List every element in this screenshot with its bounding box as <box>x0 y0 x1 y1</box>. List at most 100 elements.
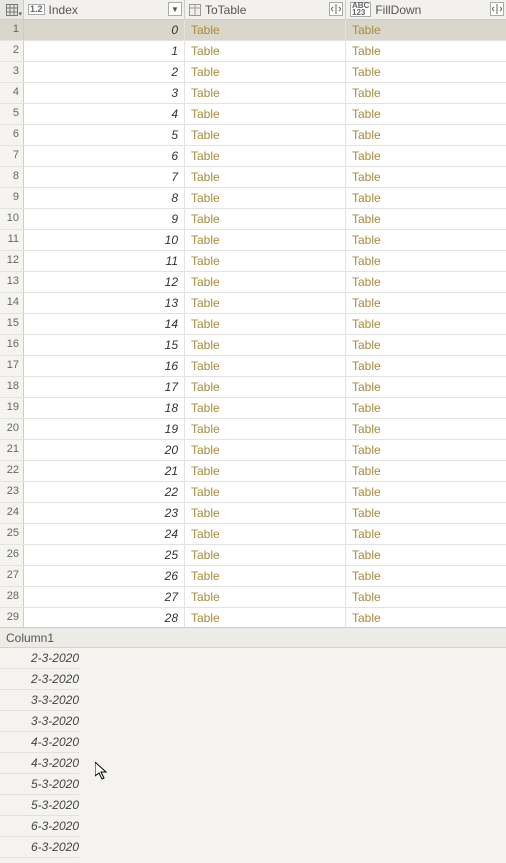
cell-index[interactable]: 17 <box>24 377 185 397</box>
cell-totable[interactable]: Table <box>185 314 346 334</box>
cell-index[interactable]: 4 <box>24 104 185 124</box>
row-number[interactable]: 10 <box>0 209 24 229</box>
cell-index[interactable]: 20 <box>24 440 185 460</box>
cell-index[interactable]: 24 <box>24 524 185 544</box>
column-header-index[interactable]: 1.2 Index ▼ <box>24 0 185 19</box>
cell-filldown[interactable]: Table <box>346 314 506 334</box>
cell-totable[interactable]: Table <box>185 545 346 565</box>
filter-dropdown-button[interactable]: ▼ <box>168 2 182 16</box>
preview-row[interactable]: 2-3-2020 <box>0 648 79 669</box>
cell-filldown[interactable]: Table <box>346 62 506 82</box>
preview-row[interactable]: 4-3-2020 <box>0 732 79 753</box>
table-row[interactable]: 21TableTable <box>0 41 506 62</box>
cell-totable[interactable]: Table <box>185 146 346 166</box>
cell-filldown[interactable]: Table <box>346 167 506 187</box>
table-row[interactable]: 2019TableTable <box>0 419 506 440</box>
table-row[interactable]: 87TableTable <box>0 167 506 188</box>
preview-row[interactable]: 4-3-2020 <box>0 753 79 774</box>
cell-totable[interactable]: Table <box>185 62 346 82</box>
table-row[interactable]: 43TableTable <box>0 83 506 104</box>
row-number[interactable]: 5 <box>0 104 24 124</box>
cell-totable[interactable]: Table <box>185 377 346 397</box>
cell-filldown[interactable]: Table <box>346 41 506 61</box>
cell-index[interactable]: 13 <box>24 293 185 313</box>
cell-filldown[interactable]: Table <box>346 209 506 229</box>
preview-row[interactable]: 5-3-2020 <box>0 774 79 795</box>
preview-column-header[interactable]: Column1 <box>0 628 506 648</box>
expand-column-button[interactable] <box>490 2 504 16</box>
row-number[interactable]: 11 <box>0 230 24 250</box>
row-number[interactable]: 17 <box>0 356 24 376</box>
cell-totable[interactable]: Table <box>185 587 346 607</box>
row-number[interactable]: 13 <box>0 272 24 292</box>
cell-totable[interactable]: Table <box>185 20 346 40</box>
cell-index[interactable]: 11 <box>24 251 185 271</box>
cell-totable[interactable]: Table <box>185 503 346 523</box>
table-row[interactable]: 1817TableTable <box>0 377 506 398</box>
table-row[interactable]: 2524TableTable <box>0 524 506 545</box>
cell-totable[interactable]: Table <box>185 104 346 124</box>
cell-filldown[interactable]: Table <box>346 587 506 607</box>
table-row[interactable]: 2322TableTable <box>0 482 506 503</box>
cell-filldown[interactable]: Table <box>346 335 506 355</box>
cell-filldown[interactable]: Table <box>346 398 506 418</box>
cell-index[interactable]: 16 <box>24 356 185 376</box>
table-row[interactable]: 2827TableTable <box>0 587 506 608</box>
cell-filldown[interactable]: Table <box>346 251 506 271</box>
cell-index[interactable]: 2 <box>24 62 185 82</box>
cell-totable[interactable]: Table <box>185 608 346 628</box>
table-row[interactable]: 76TableTable <box>0 146 506 167</box>
preview-row[interactable]: 5-3-2020 <box>0 795 79 816</box>
cell-index[interactable]: 21 <box>24 461 185 481</box>
table-row[interactable]: 2221TableTable <box>0 461 506 482</box>
cell-totable[interactable]: Table <box>185 356 346 376</box>
row-number[interactable]: 23 <box>0 482 24 502</box>
column-header-filldown[interactable]: ABC123 FillDown <box>346 0 506 19</box>
cell-filldown[interactable]: Table <box>346 20 506 40</box>
cell-totable[interactable]: Table <box>185 440 346 460</box>
cell-filldown[interactable]: Table <box>346 377 506 397</box>
table-row[interactable]: 2726TableTable <box>0 566 506 587</box>
cell-index[interactable]: 3 <box>24 83 185 103</box>
row-number[interactable]: 25 <box>0 524 24 544</box>
cell-filldown[interactable]: Table <box>346 440 506 460</box>
row-number[interactable]: 3 <box>0 62 24 82</box>
cell-filldown[interactable]: Table <box>346 83 506 103</box>
row-number[interactable]: 2 <box>0 41 24 61</box>
preview-row[interactable]: 6-3-2020 <box>0 837 79 858</box>
preview-row[interactable]: 2-3-2020 <box>0 669 79 690</box>
cell-totable[interactable]: Table <box>185 125 346 145</box>
table-select-all-button[interactable]: ▾ <box>0 0 24 19</box>
cell-index[interactable]: 23 <box>24 503 185 523</box>
cell-index[interactable]: 15 <box>24 335 185 355</box>
row-number[interactable]: 21 <box>0 440 24 460</box>
table-row[interactable]: 98TableTable <box>0 188 506 209</box>
row-number[interactable]: 8 <box>0 167 24 187</box>
cell-filldown[interactable]: Table <box>346 419 506 439</box>
row-number[interactable]: 20 <box>0 419 24 439</box>
cell-index[interactable]: 26 <box>24 566 185 586</box>
cell-totable[interactable]: Table <box>185 230 346 250</box>
cell-index[interactable]: 10 <box>24 230 185 250</box>
table-row[interactable]: 1514TableTable <box>0 314 506 335</box>
cell-totable[interactable]: Table <box>185 461 346 481</box>
cell-index[interactable]: 25 <box>24 545 185 565</box>
cell-filldown[interactable]: Table <box>346 503 506 523</box>
cell-index[interactable]: 14 <box>24 314 185 334</box>
cell-index[interactable]: 1 <box>24 41 185 61</box>
row-number[interactable]: 12 <box>0 251 24 271</box>
cell-index[interactable]: 5 <box>24 125 185 145</box>
table-row[interactable]: 1211TableTable <box>0 251 506 272</box>
cell-filldown[interactable]: Table <box>346 104 506 124</box>
cell-filldown[interactable]: Table <box>346 566 506 586</box>
cell-totable[interactable]: Table <box>185 335 346 355</box>
row-number[interactable]: 7 <box>0 146 24 166</box>
cell-index[interactable]: 0 <box>24 20 185 40</box>
cell-index[interactable]: 27 <box>24 587 185 607</box>
cell-filldown[interactable]: Table <box>346 293 506 313</box>
row-number[interactable]: 27 <box>0 566 24 586</box>
cell-filldown[interactable]: Table <box>346 146 506 166</box>
cell-index[interactable]: 19 <box>24 419 185 439</box>
cell-index[interactable]: 22 <box>24 482 185 502</box>
cell-totable[interactable]: Table <box>185 272 346 292</box>
